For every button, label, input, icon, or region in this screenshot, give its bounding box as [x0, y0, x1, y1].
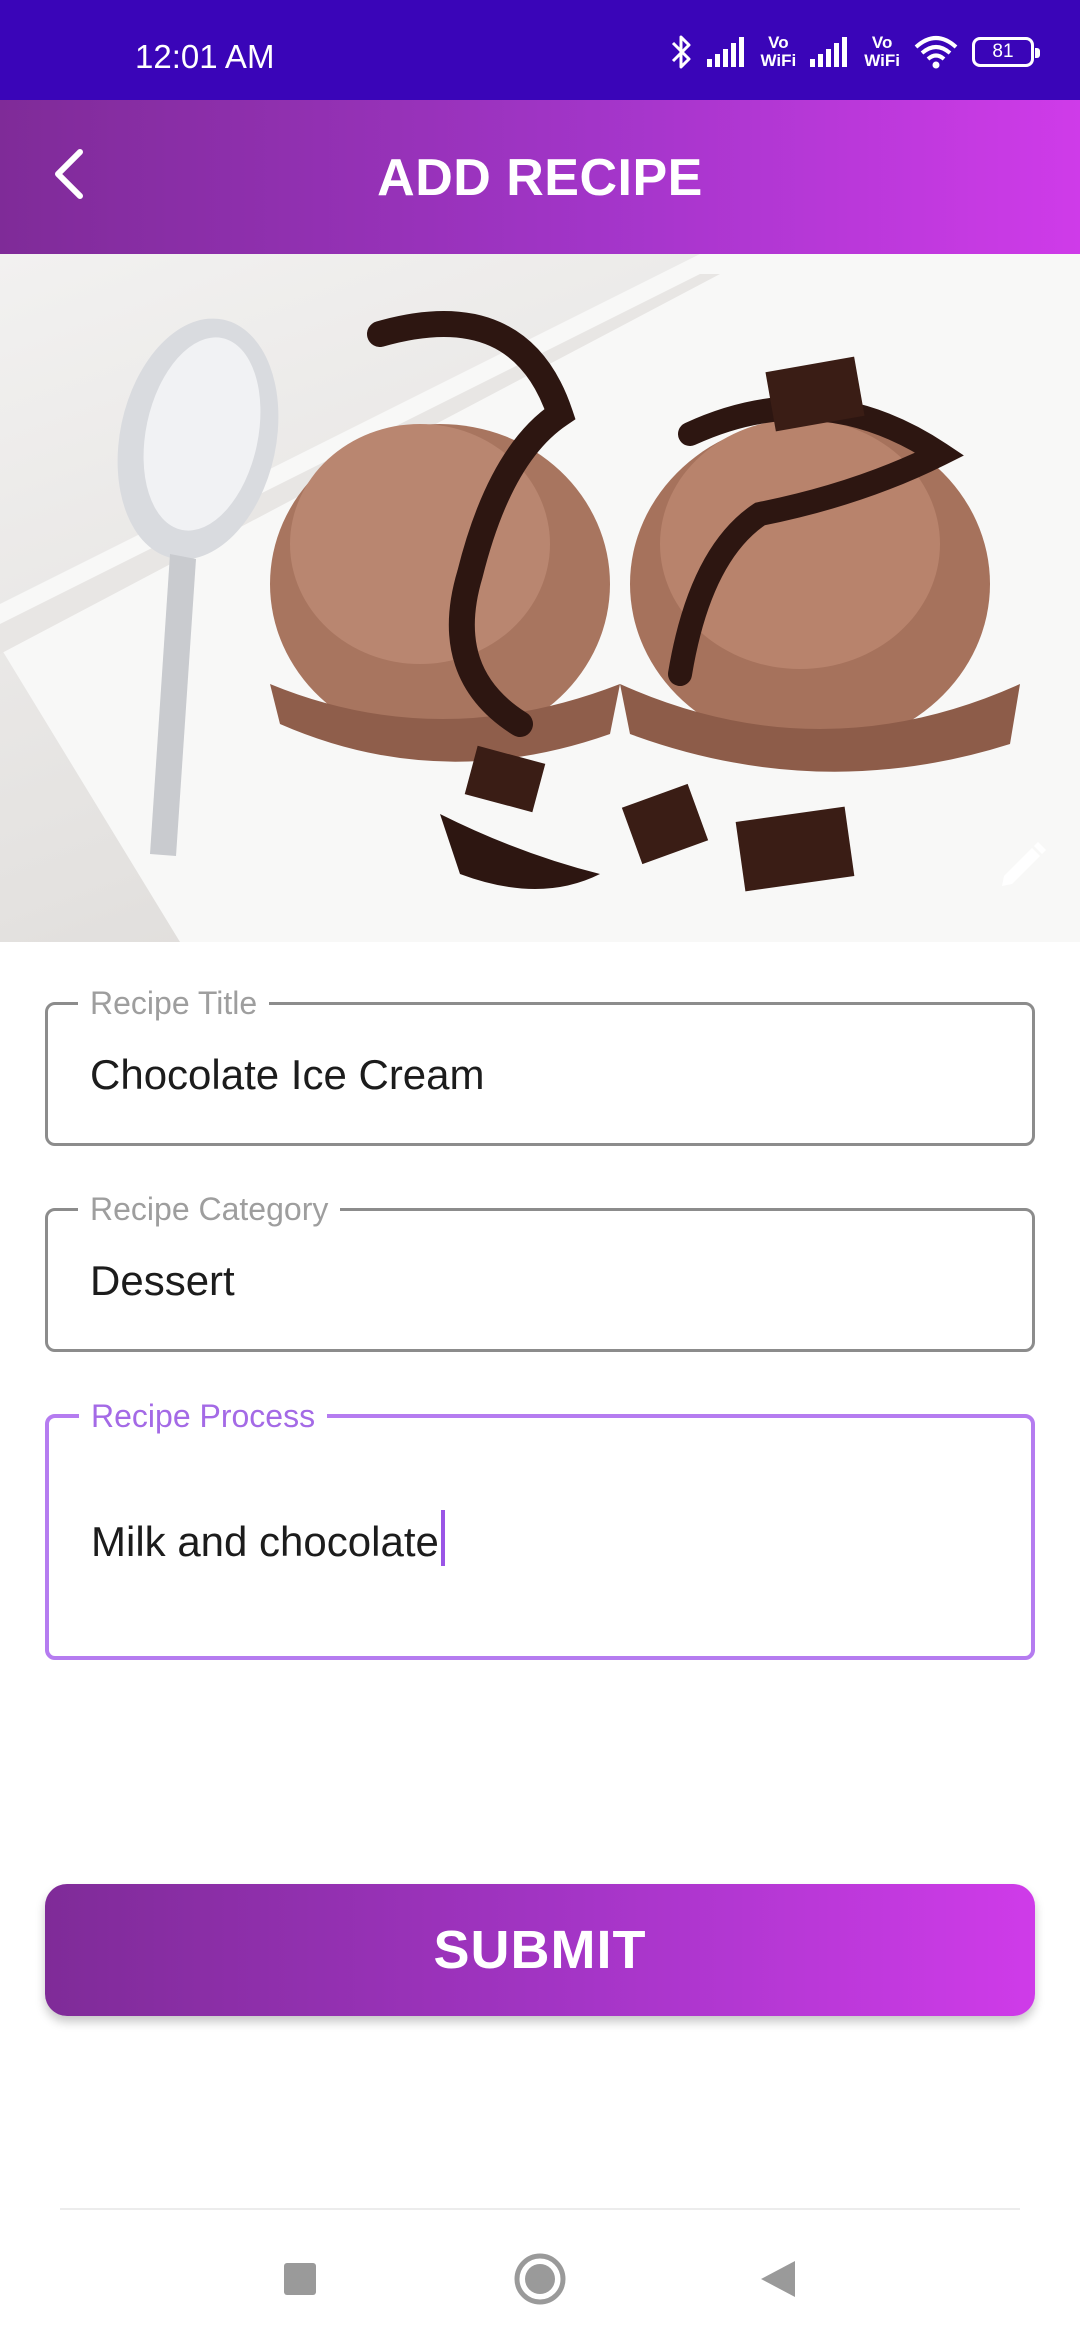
submit-button[interactable]: SUBMIT	[45, 1884, 1035, 2016]
home-button[interactable]	[505, 2246, 575, 2316]
recents-button[interactable]	[265, 2246, 335, 2316]
recipe-title-value: Chocolate Ice Cream	[90, 1051, 485, 1098]
triangle-back-icon	[759, 2259, 797, 2304]
wifi-icon	[914, 35, 958, 69]
square-icon	[283, 2262, 317, 2301]
status-time: 12:01 AM	[135, 38, 275, 75]
status-icons: Vo WiFi Vo WiFi 81	[669, 30, 1040, 74]
recipe-title-field[interactable]: Recipe Title Chocolate Ice Cream	[45, 983, 1035, 1146]
signal-icon	[706, 37, 747, 67]
recipe-process-label: Recipe Process	[79, 1396, 328, 1436]
pencil-icon	[996, 840, 1048, 897]
recipe-category-label: Recipe Category	[78, 1189, 341, 1229]
recipe-category-value: Dessert	[90, 1257, 235, 1304]
recipe-image[interactable]	[0, 254, 1080, 942]
vowifi-badge: Vo WiFi	[864, 33, 900, 70]
back-nav-button[interactable]	[743, 2246, 813, 2316]
text-cursor	[440, 1510, 445, 1566]
recipe-category-field[interactable]: Recipe Category Dessert	[45, 1189, 1035, 1352]
signal-icon	[810, 37, 850, 67]
ice-cream-illustration	[0, 254, 1080, 942]
battery-icon: 81	[972, 37, 1040, 67]
status-bar: 12:01 AM Vo WiFi Vo WiFi 81	[0, 0, 1080, 100]
edit-image-button[interactable]	[992, 838, 1052, 898]
system-nav-bar	[0, 2210, 1080, 2340]
bluetooth-icon	[669, 34, 693, 70]
page-title: ADD RECIPE	[377, 149, 703, 207]
recipe-title-label: Recipe Title	[78, 983, 270, 1023]
app-bar: ADD RECIPE	[0, 100, 1080, 254]
recipe-process-text: Milk and chocolate	[91, 1518, 439, 1565]
recipe-process-field[interactable]: Recipe Process Milk and chocolate	[45, 1396, 1035, 1660]
recipe-process-value: Milk and chocolate	[91, 1510, 445, 1568]
circle-icon	[513, 2252, 567, 2311]
vowifi-badge: Vo WiFi	[760, 33, 797, 70]
